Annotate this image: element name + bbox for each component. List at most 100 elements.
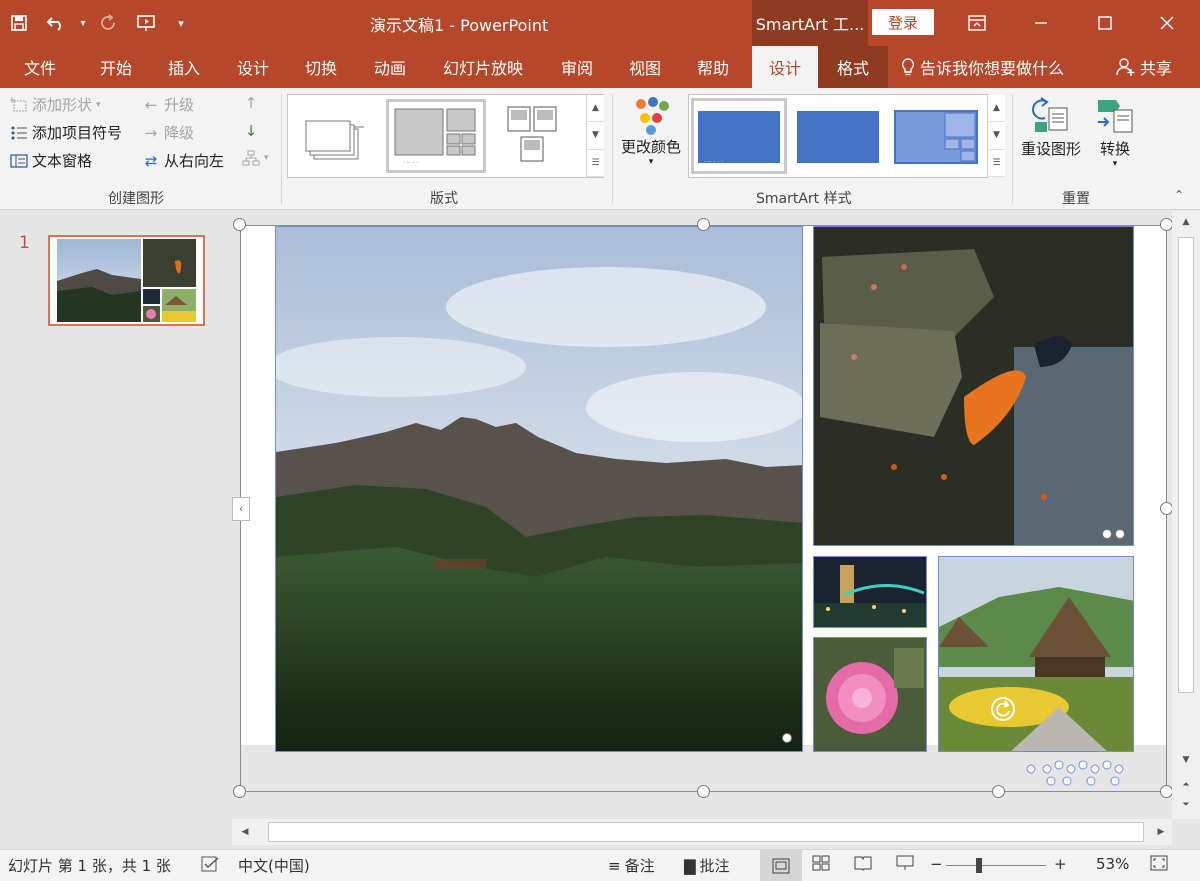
resize-handle-bottom-left[interactable] <box>233 785 246 798</box>
tab-help[interactable]: 帮助 <box>697 46 729 88</box>
text-pane-toggle-icon[interactable]: ‹ <box>232 497 250 521</box>
fit-to-window-icon[interactable] <box>1150 855 1168 871</box>
zoom-slider-thumb[interactable] <box>976 858 982 873</box>
gallery-more-icon[interactable]: ☰ <box>988 150 1005 177</box>
resize-handle-bottom-inner[interactable] <box>992 785 1005 798</box>
chevron-up-icon[interactable]: ▲ <box>587 95 604 123</box>
reset-graphic-label: 重设图形 <box>1020 140 1081 158</box>
right-to-left-label: 从右向左 <box>164 152 225 170</box>
slide-thumbnail-1[interactable] <box>48 235 205 326</box>
zoom-slider-track[interactable] <box>946 865 1046 866</box>
scroll-down-icon[interactable]: ▼ <box>1177 751 1195 769</box>
language-indicator[interactable]: 中文(中国) <box>238 855 310 876</box>
spell-check-icon[interactable] <box>200 855 220 873</box>
create-graphic-group-label: 创建图形 <box>108 191 164 207</box>
reading-view-icon[interactable] <box>854 855 872 871</box>
move-down-button[interactable]: ↓ <box>240 122 264 140</box>
bullet-list-icon <box>8 125 30 141</box>
group-separator <box>612 94 613 204</box>
chevron-up-icon[interactable]: ▲ <box>988 95 1005 123</box>
comments-button[interactable]: ▇ 批注 <box>684 855 730 876</box>
minimize-icon[interactable] <box>1010 0 1072 46</box>
scroll-thumb[interactable] <box>1178 237 1194 693</box>
reset-graphic-button[interactable]: 重设图形 <box>1016 96 1086 159</box>
tab-insert[interactable]: 插入 <box>168 46 200 88</box>
share-button[interactable]: 共享 <box>1116 46 1172 88</box>
resize-handle-top[interactable] <box>697 218 710 231</box>
styles-gallery-scroll[interactable]: ▲ ▼ ☰ <box>987 95 1005 177</box>
quick-access-toolbar: ▾ ▾ <box>0 0 196 46</box>
convert-button[interactable]: 转换 ▾ <box>1090 96 1140 169</box>
tab-file[interactable]: 文件 <box>24 46 56 88</box>
slide-editing-area: ‹ <box>232 211 1172 819</box>
zoom-in-icon[interactable]: + <box>1054 855 1067 873</box>
scroll-thumb[interactable] <box>268 822 1144 842</box>
login-button[interactable]: 登录 <box>872 9 934 35</box>
chevron-down-icon: ▾ <box>648 157 654 167</box>
zoom-out-icon[interactable]: − <box>930 855 943 873</box>
style-option-subtle-effect[interactable] <box>891 101 981 171</box>
layout-option-stacked[interactable] <box>298 105 378 167</box>
change-colors-button[interactable]: 更改颜色 ▾ <box>616 96 686 167</box>
scroll-left-icon[interactable]: ◀ <box>236 823 254 841</box>
tab-smartart-design[interactable]: 设计 <box>752 46 818 88</box>
notes-button[interactable]: ≡ 备注 <box>608 855 655 876</box>
chevron-down-icon[interactable]: ▼ <box>988 122 1005 150</box>
add-shape-icon <box>8 96 30 113</box>
tab-animations[interactable]: 动画 <box>374 46 406 88</box>
layout-button[interactable]: ▾ <box>240 150 269 166</box>
reset-group-label: 重置 <box>1062 191 1090 207</box>
layout-option-picture-grid-selected[interactable]: · ·· · · <box>386 99 486 173</box>
demote-button[interactable]: → 降级 <box>140 122 194 143</box>
undo-dropdown-icon[interactable]: ▾ <box>76 0 90 46</box>
style-option-simple-fill-selected[interactable]: · ·· · · · <box>691 98 787 174</box>
text-pane-button[interactable]: 文本窗格 <box>8 150 92 171</box>
tab-view[interactable]: 视图 <box>629 46 661 88</box>
right-to-left-button[interactable]: ⇄ 从右向左 <box>140 150 224 171</box>
tell-me-search[interactable]: 告诉我你想要做什么 <box>900 46 1064 88</box>
zoom-level[interactable]: 53% <box>1096 855 1129 873</box>
previous-slide-icon[interactable]: ⏶ <box>1177 777 1195 793</box>
arrow-left-icon: ← <box>144 95 158 114</box>
scroll-up-icon[interactable]: ▲ <box>1177 213 1195 231</box>
ribbon-display-options-icon[interactable] <box>946 0 1008 46</box>
resize-handle-top-left[interactable] <box>233 218 246 231</box>
resize-handle-right[interactable] <box>1160 502 1172 515</box>
tab-transitions[interactable]: 切换 <box>305 46 337 88</box>
tab-slideshow[interactable]: 幻灯片放映 <box>443 46 523 88</box>
tab-format[interactable]: 格式 <box>818 46 888 88</box>
resize-handle-bottom[interactable] <box>697 785 710 798</box>
horizontal-scrollbar[interactable]: ◀ ▶ <box>232 819 1172 845</box>
scroll-right-icon[interactable]: ▶ <box>1152 823 1170 841</box>
move-up-button[interactable]: ↑ <box>240 94 264 112</box>
next-slide-icon[interactable]: ⏷ <box>1177 797 1195 813</box>
layouts-gallery-scroll[interactable]: ▲ ▼ ☰ <box>586 95 604 177</box>
style-option-white-outline[interactable] <box>793 101 883 171</box>
slide-number: 1 <box>19 233 30 253</box>
tab-review[interactable]: 审阅 <box>561 46 593 88</box>
layout-option-picture-caption[interactable] <box>502 103 582 171</box>
collapse-ribbon-icon[interactable]: ⌃ <box>1174 188 1184 202</box>
chevron-down-icon[interactable]: ▼ <box>587 122 604 150</box>
tab-design[interactable]: 设计 <box>237 46 269 88</box>
smartart-selection-frame <box>240 225 1167 792</box>
normal-view-icon[interactable] <box>760 850 802 881</box>
resize-handle-top-right[interactable] <box>1160 218 1172 231</box>
close-icon[interactable] <box>1136 0 1198 46</box>
customize-qat-icon[interactable]: ▾ <box>166 0 196 46</box>
promote-button[interactable]: ← 升级 <box>140 94 194 115</box>
tab-home[interactable]: 开始 <box>100 46 132 88</box>
slide-sorter-view-icon[interactable] <box>812 855 830 871</box>
slideshow-view-icon[interactable] <box>896 855 914 871</box>
vertical-scrollbar[interactable]: ▲ ▼ ⏶ ⏷ <box>1172 211 1200 819</box>
add-bullet-button[interactable]: 添加项目符号 <box>8 122 122 143</box>
smartart-styles-group-label: SmartArt 样式 <box>756 191 852 207</box>
add-shape-button[interactable]: 添加形状 ▾ <box>8 94 101 115</box>
resize-handle-bottom-right[interactable] <box>1160 785 1172 798</box>
comments-label: 批注 <box>699 857 730 875</box>
maximize-icon[interactable] <box>1074 0 1136 46</box>
save-icon[interactable] <box>0 0 38 46</box>
start-slideshow-icon[interactable] <box>128 0 166 46</box>
undo-icon[interactable] <box>38 0 76 46</box>
gallery-more-icon[interactable]: ☰ <box>587 150 604 177</box>
